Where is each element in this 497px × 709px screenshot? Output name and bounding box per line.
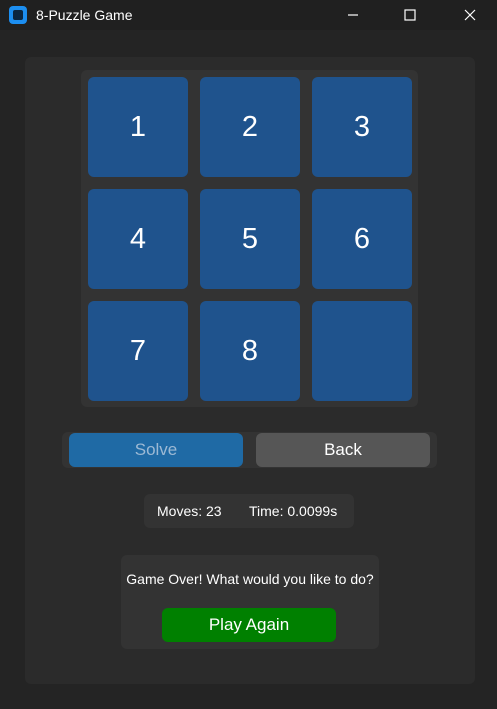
back-button[interactable]: Back [256, 433, 430, 467]
tile-empty[interactable] [312, 301, 412, 401]
minimize-icon [348, 14, 358, 16]
close-icon [464, 9, 476, 21]
time-counter: Time: 0.0099s [249, 503, 338, 519]
tile-4[interactable]: 4 [88, 189, 188, 289]
maximize-button[interactable] [387, 0, 433, 30]
tile-5[interactable]: 5 [200, 189, 300, 289]
minimize-button[interactable] [330, 0, 376, 30]
app-window: 8-Puzzle Game 1 2 3 4 5 6 7 8 Solve Back… [0, 0, 497, 709]
window-title: 8-Puzzle Game [36, 7, 133, 23]
tile-3[interactable]: 3 [312, 77, 412, 177]
app-icon [9, 6, 27, 24]
tile-2[interactable]: 2 [200, 77, 300, 177]
game-over-message: Game Over! What would you like to do? [126, 571, 374, 587]
tile-8[interactable]: 8 [200, 301, 300, 401]
tile-6[interactable]: 6 [312, 189, 412, 289]
close-button[interactable] [447, 0, 493, 30]
solve-button[interactable]: Solve [69, 433, 243, 467]
title-bar: 8-Puzzle Game [0, 0, 497, 30]
maximize-icon [404, 9, 416, 21]
tile-1[interactable]: 1 [88, 77, 188, 177]
moves-counter: Moves: 23 [157, 503, 222, 519]
play-again-button[interactable]: Play Again [162, 608, 336, 642]
tile-7[interactable]: 7 [88, 301, 188, 401]
